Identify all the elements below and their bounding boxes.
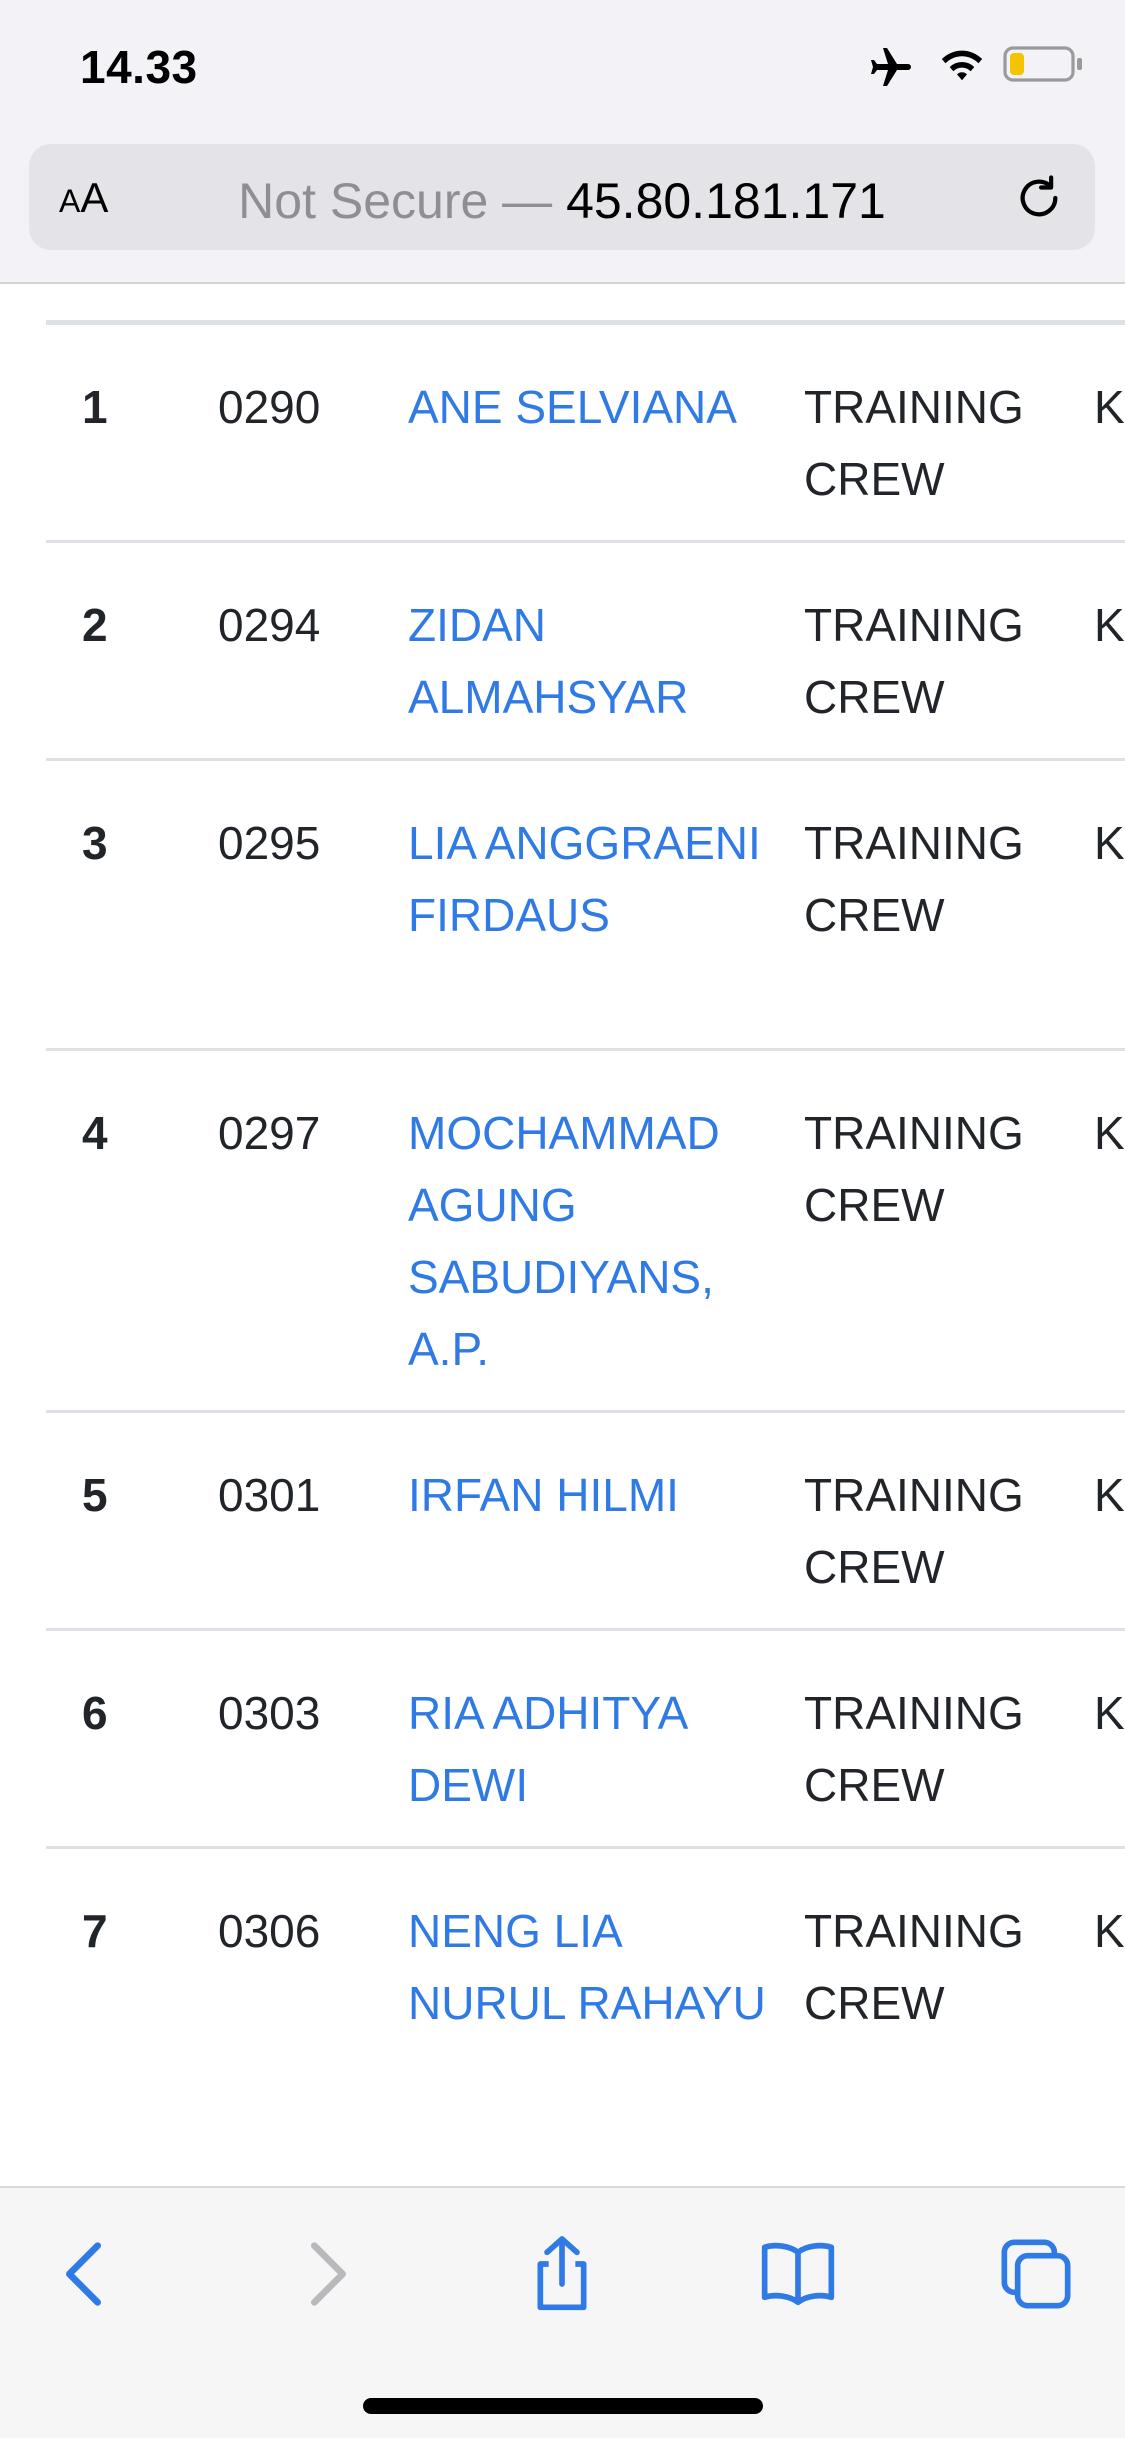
table-row: 2 0294 ZIDAN ALMAHSYAR TRAINING CREW K — [46, 543, 1125, 761]
table-row: 6 0303 RIA ADHITYA DEWI TRAINING CREW K — [46, 1631, 1125, 1849]
row-number: 6 — [82, 1687, 108, 1739]
wifi-icon — [941, 50, 983, 81]
row-number: 7 — [82, 1905, 108, 1957]
crew-name-link[interactable]: NENG LIA NURUL RAHAYU — [408, 1895, 768, 2039]
crew-name-link[interactable]: ANE SELVIANA — [408, 371, 768, 443]
crew-code: 0303 — [218, 1687, 321, 1739]
security-warning: Not Secure — — [238, 173, 567, 229]
row-number: 4 — [82, 1107, 108, 1159]
row-number: 5 — [82, 1469, 108, 1521]
table-row: 4 0297 MOCHAMMAD AGUNG SABUDIYANS, A.P. … — [46, 1051, 1125, 1413]
bookmarks-icon[interactable] — [758, 2234, 838, 2314]
tabs-icon[interactable] — [996, 2234, 1076, 2314]
truncated-column: K — [1094, 599, 1125, 651]
crew-name-link[interactable]: ZIDAN ALMAHSYAR — [408, 589, 768, 733]
truncated-column: K — [1094, 1469, 1125, 1521]
share-icon[interactable] — [522, 2234, 602, 2314]
row-number: 3 — [82, 817, 108, 869]
crew-name-link[interactable]: IRFAN HILMI — [408, 1459, 768, 1531]
home-indicator[interactable] — [363, 2398, 763, 2414]
truncated-column: K — [1094, 817, 1125, 869]
forward-icon[interactable] — [286, 2234, 366, 2314]
crew-code: 0297 — [218, 1107, 321, 1159]
crew-code: 0294 — [218, 599, 321, 651]
truncated-column: K — [1094, 1107, 1125, 1159]
crew-position: TRAINING CREW — [804, 381, 1024, 505]
url-host: 45.80.181.171 — [566, 173, 886, 229]
crew-position: TRAINING CREW — [804, 817, 1024, 941]
url-display[interactable]: Not Secure — 45.80.181.171 — [29, 172, 1095, 230]
truncated-column: K — [1094, 381, 1125, 433]
crew-table: 1 0290 ANE SELVIANA TRAINING CREW K 2 02… — [46, 320, 1125, 2149]
crew-code: 0306 — [218, 1905, 321, 1957]
crew-position: TRAINING CREW — [804, 1107, 1024, 1231]
status-bar: 14.33 — [0, 0, 1125, 140]
crew-position: TRAINING CREW — [804, 599, 1024, 723]
table-row: 1 0290 ANE SELVIANA TRAINING CREW K — [46, 325, 1125, 543]
row-number: 1 — [82, 381, 108, 433]
back-icon[interactable] — [46, 2234, 126, 2314]
address-bar[interactable]: AA Not Secure — 45.80.181.171 — [29, 144, 1095, 250]
row-number: 2 — [82, 599, 108, 651]
reload-icon[interactable] — [1011, 170, 1067, 226]
truncated-column: K — [1094, 1687, 1125, 1739]
status-time: 14.33 — [80, 41, 198, 93]
crew-code: 0290 — [218, 381, 321, 433]
crew-code: 0295 — [218, 817, 321, 869]
crew-position: TRAINING CREW — [804, 1687, 1024, 1811]
table-row: 5 0301 IRFAN HILMI TRAINING CREW K — [46, 1413, 1125, 1631]
truncated-column: K — [1094, 1905, 1125, 1957]
crew-position: TRAINING CREW — [804, 1905, 1024, 2029]
crew-name-link[interactable]: LIA ANGGRAENI FIRDAUS — [408, 807, 768, 951]
crew-name-link[interactable]: RIA ADHITYA DEWI — [408, 1677, 768, 1821]
battery-icon — [1003, 46, 1082, 82]
crew-position: TRAINING CREW — [804, 1469, 1024, 1593]
table-row: 3 0295 LIA ANGGRAENI FIRDAUS TRAINING CR… — [46, 761, 1125, 1051]
crew-code: 0301 — [218, 1469, 321, 1521]
table-row: 7 0306 NENG LIA NURUL RAHAYU TRAINING CR… — [46, 1849, 1125, 2149]
airplane-icon — [871, 48, 911, 86]
crew-name-link[interactable]: MOCHAMMAD AGUNG SABUDIYANS, A.P. — [408, 1097, 768, 1385]
address-bar-container: AA Not Secure — 45.80.181.171 — [0, 140, 1125, 284]
